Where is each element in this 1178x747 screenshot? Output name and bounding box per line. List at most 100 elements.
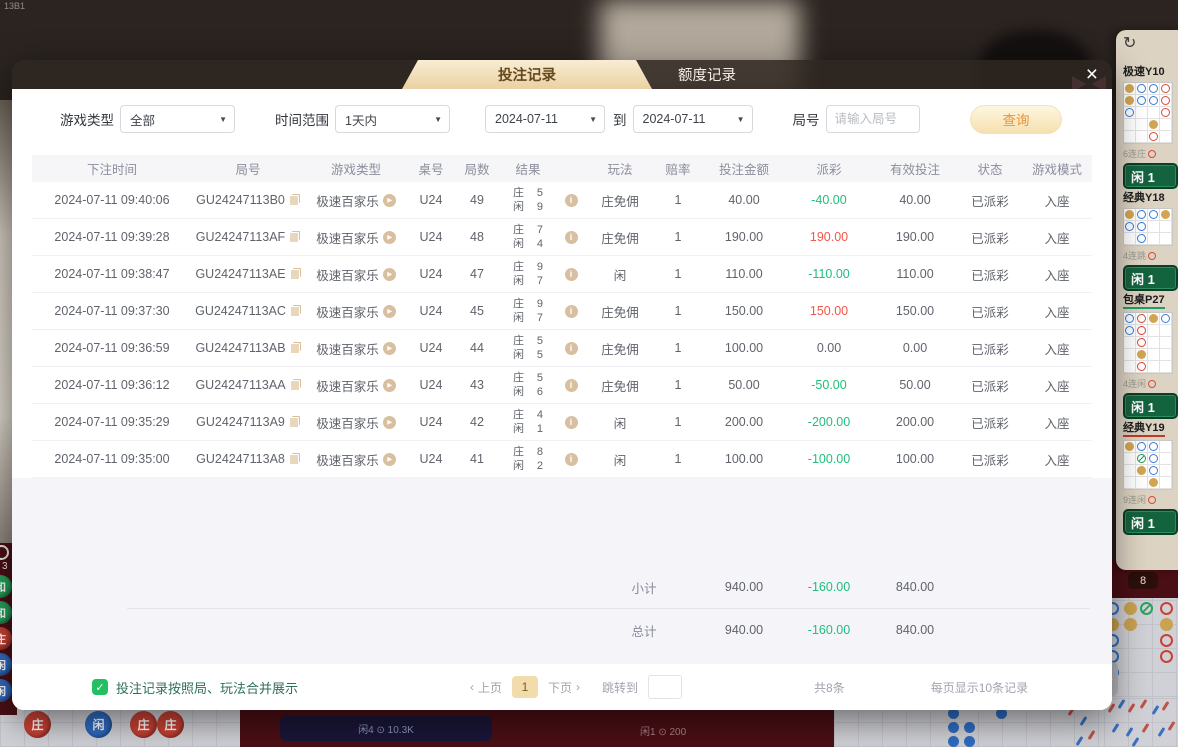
- game-card[interactable]: 经典Y18 4连跳 闲 1: [1123, 189, 1178, 291]
- play-icon[interactable]: ▶: [383, 305, 396, 318]
- copy-icon[interactable]: [289, 453, 300, 465]
- game-type: 极速百家乐 ▶: [304, 228, 408, 247]
- valid-bet: 40.00: [872, 193, 958, 207]
- play-icon[interactable]: ▶: [383, 342, 396, 355]
- payout: -200.00: [786, 415, 872, 429]
- bet-time: 2024-07-11 09:36:12: [32, 378, 192, 392]
- valid-bet: 190.00: [872, 230, 958, 244]
- copy-icon[interactable]: [289, 416, 300, 428]
- jump-page-input[interactable]: [648, 675, 682, 699]
- copy-icon[interactable]: [289, 194, 300, 206]
- round-id: GU24247113B0: [192, 193, 304, 207]
- play-icon[interactable]: ▶: [383, 194, 396, 207]
- game-card[interactable]: 经典Y19 9连闲 闲 1: [1123, 419, 1178, 535]
- copy-icon[interactable]: [289, 231, 300, 243]
- game-card[interactable]: 极速Y10 6连庄 闲 1: [1123, 63, 1178, 189]
- game-card[interactable]: 包桌P27 4连闲 闲 1: [1123, 291, 1178, 419]
- copy-icon[interactable]: [290, 268, 301, 280]
- game-mode: 入座: [1022, 228, 1092, 247]
- bet-time: 2024-07-11 09:35:00: [32, 452, 192, 466]
- payout: 150.00: [786, 304, 872, 318]
- game-mode: 入座: [1022, 413, 1092, 432]
- time-range-select[interactable]: 1天内 ▼: [335, 105, 450, 133]
- status-badge: 已派彩: [958, 450, 1022, 469]
- copy-icon[interactable]: [290, 342, 301, 354]
- round-input[interactable]: [826, 105, 920, 133]
- play-icon[interactable]: ▶: [383, 416, 396, 429]
- copy-icon[interactable]: [290, 305, 301, 317]
- result: 庄5 闲5: [500, 335, 556, 362]
- round-id: GU24247113AC: [192, 304, 304, 318]
- info-icon[interactable]: i: [565, 342, 578, 355]
- subtotal-valid: 840.00: [872, 580, 958, 594]
- bet-time: 2024-07-11 09:38:47: [32, 267, 192, 281]
- play-type: 庄免佣: [586, 228, 654, 247]
- odds: 1: [654, 341, 702, 355]
- round-id: GU24247113AB: [192, 341, 304, 355]
- prev-page-button[interactable]: ‹上页: [470, 679, 502, 696]
- bet-time: 2024-07-11 09:40:06: [32, 193, 192, 207]
- pagination: ‹上页 1 下页› 跳转到: [470, 675, 682, 699]
- odds: 1: [654, 304, 702, 318]
- merge-checkbox-group[interactable]: ✓ 投注记录按照局、玩法合并展示: [92, 678, 392, 697]
- play-icon[interactable]: ▶: [383, 379, 396, 392]
- payout: -50.00: [786, 378, 872, 392]
- tab-quota-records[interactable]: 额度记录: [652, 60, 762, 89]
- date-from-select[interactable]: 2024-07-11 ▼: [485, 105, 605, 133]
- info-icon[interactable]: i: [565, 305, 578, 318]
- close-icon[interactable]: ×: [1086, 60, 1098, 89]
- info-icon[interactable]: i: [565, 268, 578, 281]
- column-header: 游戏类型: [304, 159, 408, 178]
- round-id: GU24247113AA: [192, 378, 304, 392]
- valid-bet: 100.00: [872, 452, 958, 466]
- tab-bet-records[interactable]: 投注记录: [402, 60, 652, 89]
- bead: 庄: [130, 711, 157, 738]
- play-icon[interactable]: ▶: [383, 268, 396, 281]
- current-page[interactable]: 1: [512, 676, 538, 698]
- payout: -100.00: [786, 452, 872, 466]
- play-icon[interactable]: ▶: [383, 231, 396, 244]
- bet-stat-chip: 闲4 ⊙ 10.3K: [280, 716, 492, 741]
- valid-bet: 50.00: [872, 378, 958, 392]
- status-badge: 已派彩: [958, 265, 1022, 284]
- streak-row: 4连跳: [1123, 249, 1178, 262]
- round-no: 43: [454, 378, 500, 392]
- bet-amount: 40.00: [702, 193, 786, 207]
- game-type-select[interactable]: 全部 ▼: [120, 105, 235, 133]
- copy-icon[interactable]: [290, 379, 301, 391]
- subtotal-row: 小计 940.00 -160.00 840.00: [32, 566, 1092, 608]
- time-range-value: 1天内: [345, 110, 377, 129]
- play-icon[interactable]: ▶: [383, 453, 396, 466]
- odds: 1: [654, 230, 702, 244]
- info-icon[interactable]: i: [565, 416, 578, 429]
- round-no: 48: [454, 230, 500, 244]
- column-header: 局数: [454, 159, 500, 178]
- right-road-column: 8 ›: [1104, 560, 1178, 747]
- next-page-button[interactable]: 下页›: [548, 679, 580, 696]
- date-to-select[interactable]: 2024-07-11 ▼: [633, 105, 753, 133]
- odds: 1: [654, 267, 702, 281]
- round-id: GU24247113A9: [192, 415, 304, 429]
- table-no: U24: [408, 378, 454, 392]
- result: 庄9 闲7: [500, 298, 556, 325]
- bead-road: [1123, 440, 1173, 490]
- game-card-list: 极速Y10 6连庄 闲 1 经典Y18 4连跳 闲 1 包桌P27: [1123, 63, 1178, 535]
- bet-time: 2024-07-11 09:37:30: [32, 304, 192, 318]
- round-no: 41: [454, 452, 500, 466]
- column-header: 投注金额: [702, 159, 786, 178]
- info-icon[interactable]: i: [565, 231, 578, 244]
- search-button[interactable]: 查询: [970, 105, 1062, 134]
- bet-stat-text: 闲1 ⊙ 200: [640, 723, 686, 738]
- bead: 闲: [0, 653, 12, 676]
- game-type: 极速百家乐 ▶: [304, 413, 408, 432]
- bet-records-table-body: 2024-07-11 09:40:06 GU24247113B0 极速百家乐 ▶…: [12, 182, 1112, 478]
- info-icon[interactable]: i: [565, 453, 578, 466]
- checkbox-checked-icon[interactable]: ✓: [92, 679, 108, 695]
- table-no: U24: [408, 230, 454, 244]
- date-from-value: 2024-07-11: [495, 112, 558, 126]
- info-icon[interactable]: i: [565, 379, 578, 392]
- bet-amount: 100.00: [702, 452, 786, 466]
- info-icon[interactable]: i: [565, 194, 578, 207]
- table-row: 2024-07-11 09:36:12 GU24247113AA 极速百家乐 ▶…: [32, 367, 1092, 404]
- refresh-icon[interactable]: ↻: [1123, 34, 1178, 54]
